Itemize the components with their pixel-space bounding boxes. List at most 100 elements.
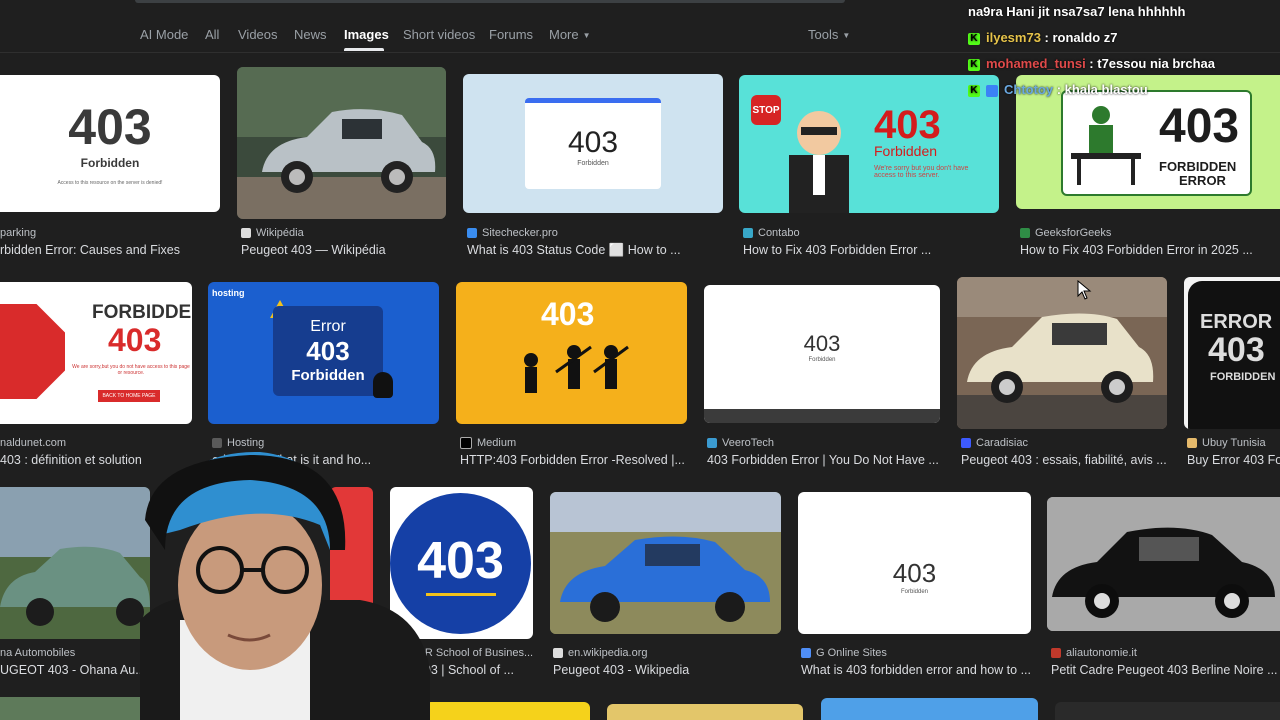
favicon-icon bbox=[553, 648, 563, 658]
car-photo bbox=[1047, 497, 1280, 631]
tab-videos[interactable]: Videos bbox=[238, 27, 278, 42]
thumb-button: BACK TO HOME PAGE bbox=[98, 390, 160, 402]
result-thumbnail[interactable]: 403 bbox=[456, 282, 687, 424]
tab-news[interactable]: News bbox=[294, 27, 327, 42]
chevron-down-icon: ▼ bbox=[582, 31, 591, 41]
mod-badge-icon bbox=[986, 84, 998, 97]
stream-chat-overlay: na9ra Hani jit nsa7sa7 lena hhhhhh Kilye… bbox=[960, 0, 1280, 104]
result-thumbnail[interactable]: 403 Forbidden bbox=[704, 285, 940, 423]
result-title[interactable]: 403 Forbidden Error | You Do Not Have ..… bbox=[707, 453, 942, 467]
result-title[interactable]: UGEOT 403 - Ohana Au... bbox=[0, 663, 150, 677]
favicon-icon bbox=[707, 438, 717, 448]
result-title[interactable]: rbidden Error: Causes and Fixes bbox=[0, 243, 225, 257]
thumb-caption: Forbidden bbox=[291, 367, 365, 384]
favicon-icon bbox=[961, 438, 971, 448]
thumb-word: FORBIDDEN bbox=[92, 302, 192, 323]
result-thumbnail[interactable] bbox=[0, 697, 146, 720]
result-site: parking bbox=[0, 226, 225, 240]
result-meta: GeeksforGeeks How to Fix 403 Forbidden E… bbox=[1020, 226, 1280, 257]
result-title[interactable]: How to Fix 403 Forbidden Error in 2025 .… bbox=[1020, 243, 1280, 257]
result-site: GeeksforGeeks bbox=[1020, 226, 1280, 240]
result-title[interactable]: Peugeot 403 - Wikipedia bbox=[553, 663, 783, 677]
result-thumbnail[interactable] bbox=[550, 492, 781, 634]
site-name: na Automobiles bbox=[0, 647, 76, 659]
thumb-small-text: We are sorry,but you do not have access … bbox=[72, 364, 190, 376]
result-thumbnail[interactable] bbox=[821, 698, 1038, 720]
favicon-icon bbox=[743, 228, 753, 238]
thumb-code: 403 bbox=[874, 103, 941, 147]
result-thumbnail[interactable] bbox=[0, 487, 150, 639]
site-name: Ubuy Tunisia bbox=[1202, 437, 1266, 449]
mouse-cursor-icon bbox=[1077, 280, 1092, 300]
result-thumbnail[interactable]: ERROR 403 FORBIDDEN bbox=[1184, 277, 1280, 429]
result-thumbnail[interactable] bbox=[237, 67, 446, 219]
thumb-caption: FORBIDDEN bbox=[1159, 159, 1237, 174]
result-meta: en.wikipedia.org Peugeot 403 - Wikipedia bbox=[553, 646, 783, 677]
result-thumbnail[interactable]: 403 Forbidden Access to this resource on… bbox=[0, 75, 220, 212]
tab-more[interactable]: More ▼ bbox=[549, 27, 591, 42]
result-thumbnail[interactable]: hosting Error 403 Forbidden bbox=[208, 282, 439, 424]
stop-sign-icon: STOP bbox=[751, 95, 781, 125]
tab-ai-mode[interactable]: AI Mode bbox=[140, 27, 188, 42]
tab-forums[interactable]: Forums bbox=[489, 27, 533, 42]
streamer-avatar bbox=[140, 451, 430, 720]
result-title[interactable]: What is 403 forbidden error and how to .… bbox=[801, 663, 1033, 677]
favicon-icon bbox=[1187, 438, 1197, 448]
result-title[interactable]: HTTP:403 Forbidden Error -Resolved |... bbox=[460, 453, 690, 467]
site-name: Caradisiac bbox=[976, 437, 1028, 449]
result-meta: Caradisiac Peugeot 403 : essais, fiabili… bbox=[961, 436, 1171, 467]
thumb-content: 403 Forbidden bbox=[704, 285, 940, 409]
error-panel: Error 403 Forbidden bbox=[273, 306, 383, 396]
thumb-code: 403 bbox=[306, 336, 350, 366]
thumb-line1: Error bbox=[310, 318, 346, 335]
thumb-code: 403 bbox=[68, 98, 152, 155]
result-site: Wikipédia bbox=[241, 226, 451, 240]
favicon-icon bbox=[801, 648, 811, 658]
tab-images[interactable]: Images bbox=[344, 27, 389, 42]
result-meta: na Automobiles UGEOT 403 - Ohana Au... bbox=[0, 646, 150, 677]
result-thumbnail[interactable] bbox=[1047, 497, 1280, 631]
result-site: Sitechecker.pro bbox=[467, 226, 727, 240]
result-meta: Contabo How to Fix 403 Forbidden Error .… bbox=[743, 226, 1003, 257]
chat-username: ilyesm73 bbox=[986, 30, 1041, 45]
tab-short-videos[interactable]: Short videos bbox=[403, 27, 475, 42]
result-thumbnail[interactable]: 403 Forbidden bbox=[798, 492, 1031, 634]
chat-text: : t7essou nia brchaa bbox=[1085, 56, 1216, 71]
stick-figures-icon bbox=[524, 345, 629, 393]
chat-text: na9ra Hani jit nsa7sa7 lena hhhhhh bbox=[968, 4, 1186, 19]
car-photo bbox=[0, 487, 150, 639]
result-meta: VeeroTech 403 Forbidden Error | You Do N… bbox=[707, 436, 942, 467]
tools-button[interactable]: Tools ▼ bbox=[808, 27, 850, 42]
chat-username: mohamed_tunsi bbox=[986, 56, 1086, 71]
result-thumbnail[interactable] bbox=[425, 702, 590, 720]
result-title[interactable]: Peugeot 403 : essais, fiabilité, avis ..… bbox=[961, 453, 1171, 467]
result-thumbnail[interactable]: FORBIDDEN 403 We are sorry,but you do no… bbox=[0, 282, 192, 424]
result-meta: Medium HTTP:403 Forbidden Error -Resolve… bbox=[460, 436, 690, 467]
active-tab-indicator bbox=[344, 48, 384, 51]
result-thumbnail[interactable] bbox=[607, 704, 803, 720]
result-meta: Sitechecker.pro What is 403 Status Code … bbox=[467, 226, 727, 258]
site-name: VeeroTech bbox=[722, 437, 774, 449]
result-thumbnail[interactable]: 403 Forbidden bbox=[463, 74, 723, 213]
thumb-code: 403 bbox=[108, 322, 162, 358]
tab-all[interactable]: All bbox=[205, 27, 219, 42]
result-title[interactable]: Petit Cadre Peugeot 403 Berline Noire ..… bbox=[1051, 663, 1280, 677]
chat-text: : ronaldo z7 bbox=[1040, 30, 1118, 45]
result-thumbnail[interactable] bbox=[957, 277, 1167, 429]
result-title[interactable]: Buy Error 403 Fo bbox=[1187, 453, 1280, 467]
site-name: G Online Sites bbox=[816, 647, 887, 659]
kick-badge-icon: K bbox=[968, 32, 980, 45]
result-title[interactable]: What is 403 Status Code ⬜ How to ... bbox=[467, 243, 727, 258]
result-title[interactable]: Peugeot 403 — Wikipédia bbox=[241, 243, 451, 257]
chat-text: : khala blastou bbox=[1053, 82, 1148, 97]
result-title[interactable]: How to Fix 403 Forbidden Error ... bbox=[743, 243, 1003, 257]
favicon-icon bbox=[460, 437, 472, 449]
site-name: Contabo bbox=[758, 227, 800, 239]
result-thumbnail[interactable] bbox=[1055, 702, 1280, 720]
favicon-icon bbox=[241, 228, 251, 238]
chat-message: na9ra Hani jit nsa7sa7 lena hhhhhh bbox=[968, 4, 1185, 19]
chat-message: Kmohamed_tunsi : t7essou nia brchaa bbox=[968, 56, 1215, 71]
car-photo bbox=[237, 67, 446, 219]
thumb-caption: Forbidden bbox=[900, 588, 929, 595]
thumb-code: 403 bbox=[541, 296, 595, 332]
